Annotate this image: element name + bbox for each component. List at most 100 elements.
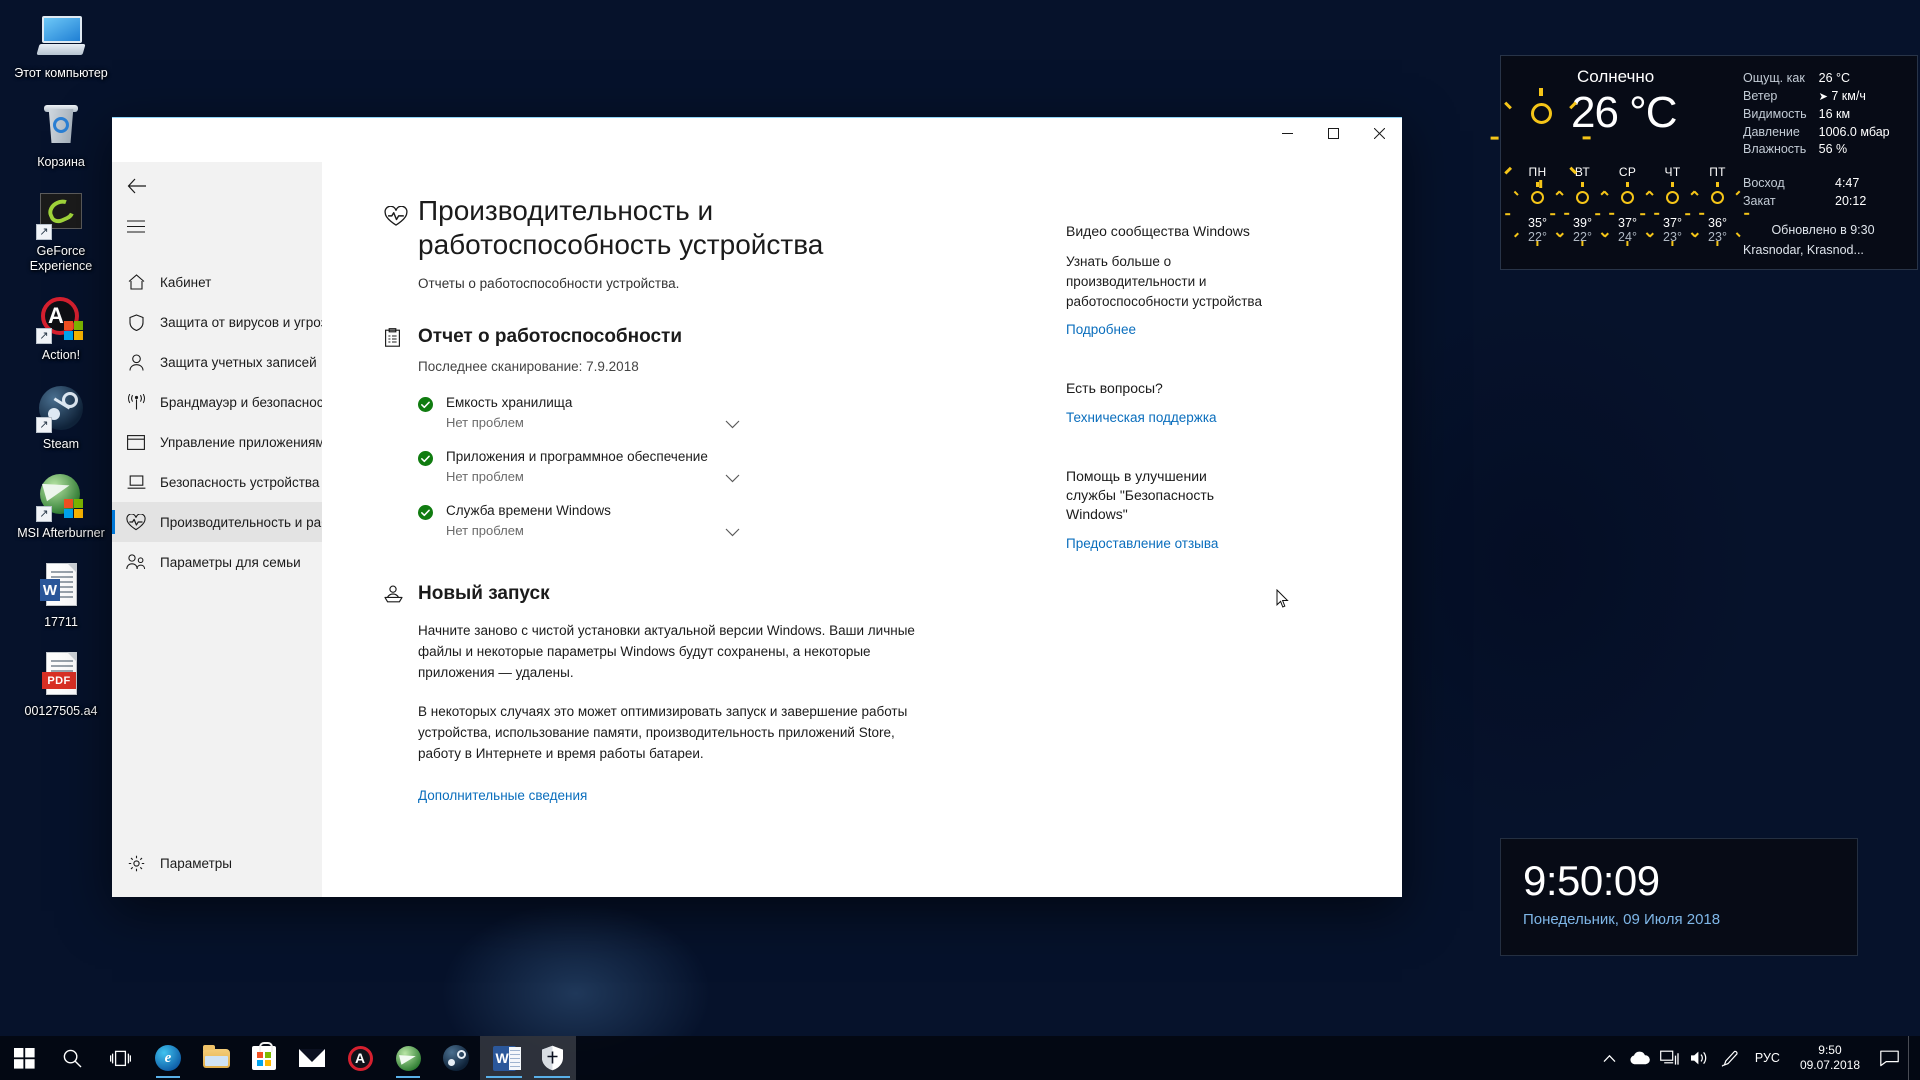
desktop-icon-this-pc[interactable]: Этот компьютер (0, 6, 122, 85)
sun-icon (1550, 181, 1615, 246)
desktop-icon-msi-afterburner[interactable]: ↗ MSI Afterburner (0, 466, 122, 545)
heart-pulse-icon (112, 513, 160, 531)
action-center-button[interactable] (1870, 1036, 1908, 1080)
desktop-icon-geforce-experience[interactable]: ↗ GeForce Experience (0, 184, 122, 278)
tray-onedrive-cloud-icon[interactable] (1625, 1036, 1655, 1080)
taskbar-app-mail[interactable] (288, 1036, 336, 1080)
weather-location: Krasnodar, Krasnod... (1743, 242, 1864, 257)
start-button[interactable] (0, 1036, 48, 1080)
health-item-apps-software: Приложения и программное обеспечение Нет… (418, 448, 740, 486)
window-icon (112, 434, 160, 450)
fresh-start-more-info-link[interactable]: Дополнительные сведения (418, 788, 587, 803)
sun-value: 4:47 (1835, 175, 1860, 190)
desktop-icon-word-doc[interactable]: W 17711 (0, 555, 122, 634)
sidebar-item-settings[interactable]: Параметры (112, 843, 322, 883)
minimize-button[interactable] (1264, 118, 1310, 149)
provide-feedback-link[interactable]: Предоставление отзыва (1066, 536, 1218, 551)
action-recorder-icon: A ↗ (36, 294, 86, 344)
desktop-icon-steam[interactable]: ↗ Steam (0, 377, 122, 456)
desktop-icon-label: Steam (42, 437, 80, 451)
tray-volume-icon[interactable] (1685, 1036, 1715, 1080)
taskbar-app-windows-security[interactable] (528, 1036, 576, 1080)
sidebar-item-firewall[interactable]: Брандмауэр и безопасность сети (112, 382, 322, 422)
taskbar-app-action[interactable]: A (336, 1036, 384, 1080)
taskbar-app-word[interactable]: W (480, 1036, 528, 1080)
tray-pen-icon[interactable] (1715, 1036, 1745, 1080)
sidebar-item-app-browser-control[interactable]: Управление приложениями/браузером (112, 422, 322, 462)
taskbar-app-microsoft-store[interactable] (240, 1036, 288, 1080)
taskbar-app-file-explorer[interactable] (192, 1036, 240, 1080)
shield-icon (112, 313, 160, 331)
hamburger-menu-button[interactable] (112, 206, 160, 246)
last-scan-text: Последнее сканирование: 7.9.2018 (418, 359, 639, 374)
clock-gadget[interactable]: 9:50:09 Понедельник, 09 Июля 2018 (1500, 838, 1858, 956)
taskbar-app-steam[interactable] (432, 1036, 480, 1080)
steam-icon (443, 1045, 469, 1071)
edge-icon: e (155, 1045, 181, 1071)
pdf-document-icon: PDF (36, 650, 86, 700)
sidebar-item-label: Защита учетных записей (160, 354, 317, 370)
sun-icon (1491, 87, 1592, 188)
close-button[interactable] (1356, 118, 1402, 149)
sidebar-item-label: Брандмауэр и безопасность сети (160, 394, 322, 410)
maximize-button[interactable] (1310, 118, 1356, 149)
word-document-icon: W (36, 561, 86, 611)
weather-gadget[interactable]: Солнечно 26 °C Ощущ. как 26 °C Ветер ➤ 7… (1491, 55, 1918, 270)
forecast-day-name: ПТ (1709, 164, 1726, 179)
forecast-high: 35° (1528, 215, 1547, 230)
tray-language-indicator[interactable]: РУС (1745, 1036, 1790, 1080)
sidebar-item-virus-protection[interactable]: Защита от вирусов и угроз (112, 302, 322, 342)
taskbar: e A W РУС 9:50 09.07.2018 (0, 1036, 1920, 1080)
sidebar-item-device-security[interactable]: Безопасность устройства (112, 462, 322, 502)
community-videos-block: Видео сообщества Windows Узнать больше о… (1066, 222, 1366, 339)
shortcut-arrow-icon: ↗ (36, 506, 52, 522)
taskbar-app-msi-afterburner[interactable] (384, 1036, 432, 1080)
detail-key: Видимость (1743, 107, 1807, 121)
window-titlebar (112, 118, 1402, 162)
action-center-icon (1879, 1050, 1899, 1066)
desktop-icon-label: GeForce Experience (29, 244, 93, 273)
block-title: Есть вопросы? (1066, 380, 1163, 396)
tray-chevron-up-icon[interactable] (1595, 1036, 1625, 1080)
back-button[interactable] (112, 166, 160, 206)
chevron-down-icon[interactable] (725, 470, 740, 488)
desktop-icon-recycle-bin[interactable]: Корзина (0, 95, 122, 174)
search-button[interactable] (48, 1036, 96, 1080)
steam-icon: ↗ (36, 383, 86, 433)
heart-pulse-icon (384, 194, 418, 232)
desktop-icon-pdf-doc[interactable]: PDF 00127505.a4 (0, 644, 122, 723)
shortcut-arrow-icon: ↗ (36, 417, 52, 433)
weather-condition: Солнечно (1577, 67, 1655, 86)
fresh-start-title: Новый запуск (418, 583, 550, 604)
chevron-down-icon[interactable] (725, 416, 740, 434)
desktop-icon-action[interactable]: A ↗ Action! (0, 288, 122, 367)
fresh-start-icon (384, 585, 418, 603)
sun-value: 20:12 (1835, 193, 1867, 208)
chevron-down-icon[interactable] (725, 524, 740, 542)
sidebar-item-label: Кабинет (160, 274, 212, 290)
tray-time: 9:50 (1818, 1043, 1842, 1057)
clock-date: Понедельник, 09 Июля 2018 (1523, 911, 1721, 928)
tray-network-icon[interactable] (1655, 1036, 1685, 1080)
sun-icon (1640, 181, 1705, 246)
related-links-column: Видео сообщества Windows Узнать больше о… (1066, 194, 1366, 805)
sun-icon (1505, 181, 1570, 246)
forecast-day-name: СР (1618, 164, 1637, 179)
taskbar-app-edge[interactable]: e (144, 1036, 192, 1080)
tray-clock[interactable]: 9:50 09.07.2018 (1790, 1036, 1870, 1080)
technical-support-link[interactable]: Техническая поддержка (1066, 410, 1217, 425)
shortcut-arrow-icon: ↗ (36, 328, 52, 344)
sidebar-item-home[interactable]: Кабинет (112, 262, 322, 302)
mouse-cursor (1276, 588, 1290, 609)
clock-time: 9:50:09 (1523, 857, 1660, 904)
show-desktop-button[interactable] (1908, 1036, 1916, 1080)
system-tray: РУС 9:50 09.07.2018 (1595, 1036, 1920, 1080)
green-check-icon (418, 394, 446, 417)
forecast-day-name: ВТ (1574, 164, 1591, 179)
sidebar-item-device-performance-health[interactable]: Производительность и работоспособность у… (112, 502, 322, 542)
learn-more-link[interactable]: Подробнее (1066, 322, 1136, 337)
task-view-button[interactable] (96, 1036, 144, 1080)
sidebar-item-family-options[interactable]: Параметры для семьи (112, 542, 322, 582)
sidebar-item-account-protection[interactable]: Защита учетных записей (112, 342, 322, 382)
microsoft-store-icon (252, 1042, 276, 1070)
